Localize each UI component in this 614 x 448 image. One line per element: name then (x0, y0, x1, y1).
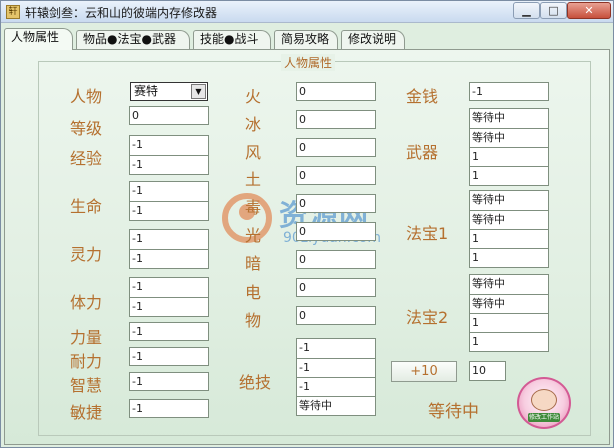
treasure1-field-2[interactable]: 等待中 (470, 210, 548, 229)
badge-logo: 修改工作站 (517, 377, 571, 429)
skills-label: 绝技 (239, 373, 272, 392)
stamina-field-max[interactable]: -1 (130, 297, 208, 316)
treasure2-field-group: 等待中 等待中 1 1 (469, 274, 549, 352)
exp-field-current[interactable]: -1 (130, 136, 208, 155)
treasure2-field-2[interactable]: 等待中 (470, 294, 548, 313)
level-label: 等级 (70, 119, 103, 138)
badge-text: 修改工作站 (528, 413, 560, 422)
earth-label: 土 (245, 170, 262, 189)
character-selected-value: 赛特 (134, 84, 159, 98)
skill-field-3[interactable]: -1 (297, 377, 375, 396)
treasure1-field-1[interactable]: 等待中 (470, 191, 548, 210)
skill-field-2[interactable]: -1 (297, 358, 375, 377)
treasure1-field-group: 等待中 等待中 1 1 (469, 190, 549, 268)
character-label: 人物 (70, 87, 103, 106)
stamina-field-group: -1 -1 (129, 277, 209, 317)
agility-label: 敏捷 (70, 403, 103, 422)
window-title: 轩辕剑叁：云和山的彼端内存修改器 (25, 6, 218, 20)
weapon-label: 武器 (406, 143, 439, 162)
app-window: 轩 轩辕剑叁：云和山的彼端内存修改器 ▁ □ ✕ 人物属性 物品●法宝●武器 技… (0, 0, 614, 448)
status-text: 等待中 (428, 402, 479, 422)
treasure1-field-3[interactable]: 1 (470, 229, 548, 248)
hp-label: 生命 (70, 197, 103, 216)
weapon-field-2[interactable]: 等待中 (470, 128, 548, 147)
treasure1-field-4[interactable]: 1 (470, 248, 548, 267)
fire-field[interactable]: 0 (296, 82, 376, 101)
app-icon: 轩 (6, 5, 20, 19)
skills-field-group: -1 -1 -1 等待中 (296, 338, 376, 416)
level-field[interactable]: 0 (129, 106, 209, 125)
strength-label: 力量 (70, 328, 103, 347)
groupbox-title: 人物属性 (281, 54, 336, 71)
treasure2-field-1[interactable]: 等待中 (470, 275, 548, 294)
tab-character-attributes[interactable]: 人物属性 (4, 28, 73, 50)
treasure2-label: 法宝2 (406, 308, 449, 327)
tab-modify-notes[interactable]: 修改说明 (341, 30, 405, 49)
strength-field[interactable]: -1 (129, 322, 209, 341)
endurance-label: 耐力 (70, 352, 103, 371)
endurance-field[interactable]: -1 (129, 347, 209, 366)
ice-label: 冰 (245, 115, 262, 134)
poison-label: 毒 (245, 198, 262, 217)
wisdom-field[interactable]: -1 (129, 372, 209, 391)
sp-label: 灵力 (70, 245, 103, 264)
dark-label: 暗 (245, 254, 262, 273)
wind-label: 风 (245, 143, 262, 162)
physical-field[interactable]: 0 (296, 306, 376, 325)
minimize-button[interactable]: ▁ (513, 2, 540, 19)
maximize-button[interactable]: □ (540, 2, 567, 19)
dark-field[interactable]: 0 (296, 250, 376, 269)
hp-field-group: -1 -1 (129, 181, 209, 221)
chevron-down-icon[interactable]: ▼ (191, 84, 206, 99)
weapon-field-group: 等待中 等待中 1 1 (469, 108, 549, 186)
skill-field-1[interactable]: -1 (297, 339, 375, 358)
sp-field-max[interactable]: -1 (130, 249, 208, 268)
tab-simple-guide[interactable]: 简易攻略 (274, 30, 338, 49)
light-label: 光 (245, 226, 262, 245)
exp-label: 经验 (70, 149, 103, 168)
minimize-icon: ▁ (522, 4, 531, 17)
title-bar[interactable]: 轩 轩辕剑叁：云和山的彼端内存修改器 ▁ □ ✕ (1, 1, 613, 23)
tab-skills-battle[interactable]: 技能●战斗 (193, 30, 271, 49)
maximize-icon: □ (548, 4, 559, 17)
exp-field-max[interactable]: -1 (130, 155, 208, 174)
electric-label: 电 (245, 283, 262, 302)
hp-field-max[interactable]: -1 (130, 201, 208, 220)
earth-field[interactable]: 0 (296, 166, 376, 185)
light-field[interactable]: 0 (296, 222, 376, 241)
tab-items-treasures-weapons[interactable]: 物品●法宝●武器 (76, 30, 190, 49)
money-label: 金钱 (406, 87, 439, 106)
fire-label: 火 (245, 87, 262, 106)
wind-field[interactable]: 0 (296, 138, 376, 157)
stamina-label: 体力 (70, 293, 103, 312)
treasure2-field-4[interactable]: 1 (470, 332, 548, 351)
weapon-field-3[interactable]: 1 (470, 147, 548, 166)
physical-label: 物 (245, 311, 262, 330)
sp-field-current[interactable]: -1 (130, 230, 208, 249)
sp-field-group: -1 -1 (129, 229, 209, 269)
stamina-field-current[interactable]: -1 (130, 278, 208, 297)
ice-field[interactable]: 0 (296, 110, 376, 129)
increment-field[interactable]: 10 (469, 361, 506, 381)
close-button[interactable]: ✕ (567, 2, 611, 19)
weapon-field-4[interactable]: 1 (470, 166, 548, 185)
treasure1-label: 法宝1 (406, 224, 449, 243)
poison-field[interactable]: 0 (296, 194, 376, 213)
character-select[interactable]: 赛特 ▼ (130, 82, 208, 101)
electric-field[interactable]: 0 (296, 278, 376, 297)
exp-field-group: -1 -1 (129, 135, 209, 175)
pig-face-icon (531, 389, 557, 411)
hp-field-current[interactable]: -1 (130, 182, 208, 201)
treasure2-field-3[interactable]: 1 (470, 313, 548, 332)
weapon-field-1[interactable]: 等待中 (470, 109, 548, 128)
close-icon: ✕ (584, 4, 594, 17)
skill-field-4[interactable]: 等待中 (297, 396, 375, 415)
wisdom-label: 智慧 (70, 376, 103, 395)
add-ten-button[interactable]: +10 (391, 361, 457, 382)
agility-field[interactable]: -1 (129, 399, 209, 418)
money-field[interactable]: -1 (469, 82, 549, 101)
